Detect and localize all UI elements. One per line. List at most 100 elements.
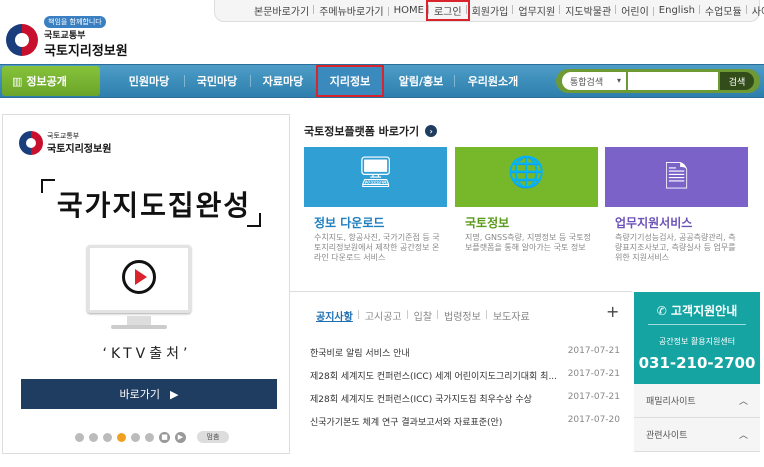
notice-date: 2017-07-21 — [567, 392, 620, 402]
slide-dot-active[interactable] — [117, 432, 126, 442]
play-icon — [122, 260, 156, 294]
card-image: 🖥 — [304, 147, 447, 207]
customer-center-title: ✆ 고객지원안내 — [634, 302, 760, 319]
signup-link[interactable]: 회원가입 — [465, 3, 514, 18]
card-title: 정보 다운로드 — [314, 216, 385, 230]
card-desc: 지명, GNSS측량, 지명정보 등 국토정보플랫폼을 통해 알아가는 국토 정… — [465, 233, 591, 252]
customer-title: 고객지원안내 — [671, 304, 738, 318]
platform-title: 국토정보플랫폼 바로가기 — [304, 125, 420, 138]
nav-item-geo-info[interactable]: 지리정보 — [316, 65, 384, 97]
plus-icon[interactable]: + — [606, 302, 619, 321]
logo-badge: 책임을 함께합니다 — [44, 16, 106, 28]
banner-org-name: 국토지리정보원 — [47, 144, 112, 155]
card-title: 업무지원서비스 — [615, 216, 693, 230]
notice-date: 2017-07-20 — [567, 415, 620, 425]
video-monitor-icon — [87, 245, 191, 313]
slide-dot[interactable] — [131, 432, 140, 442]
card-download[interactable]: 🖥 정보 다운로드 수치지도, 항공사진, 국가기준점 등 국토지리정보원에서 … — [304, 147, 447, 276]
stop-icon[interactable]: ■ — [159, 431, 170, 443]
top-utility-bar: 본문바로가기 주메뉴바로가기 HOME 로그인 회원가입 업무지원 지도박물관 … — [214, 0, 764, 22]
notice-tabs: 공지사항 고시공고 입찰 법령정보 보도자료 — [310, 308, 536, 323]
site-logo[interactable]: 책임을 함께합니다 국토교통부 국토지리정보원 — [6, 14, 136, 60]
pause-button[interactable]: 멈춤 — [197, 431, 229, 443]
info-disclosure-button[interactable]: ▥ 정보공개 — [2, 66, 100, 96]
notice-title: 한국비로 알림 서비스 안내 — [310, 349, 410, 359]
customer-sub: 공간정보 활용지원센터 — [658, 337, 736, 346]
skip-to-content-link[interactable]: 본문바로가기 — [249, 3, 314, 18]
list-item[interactable]: 한국비로 알림 서비스 안내 2017-07-21 — [310, 346, 620, 359]
sitemap-link[interactable]: 사이트맵 — [745, 3, 764, 18]
main-banner: 국토교통부 국토지리정보원 국가지도집완성 ‘KTV출처’ 바로가기 ▶ ■ ▶… — [2, 114, 290, 454]
platform-heading[interactable]: 국토정보플랫폼 바로가기 › — [304, 123, 438, 139]
chart-icon: ▥ — [12, 74, 23, 88]
play-icon[interactable]: ▶ — [175, 431, 186, 443]
slide-dot[interactable] — [145, 432, 154, 442]
notice-date: 2017-07-21 — [567, 346, 620, 356]
banner-source: ‘KTV출처’ — [102, 346, 192, 362]
arrow-right-icon: › — [425, 125, 438, 137]
search-box: 통합검색 ▾ 검색 — [556, 69, 760, 93]
play-arrow-icon: ▶ — [170, 387, 179, 401]
card-image: 🌐 — [455, 147, 598, 207]
notice-date: 2017-07-21 — [567, 369, 620, 379]
class-module-link[interactable]: 수업모듈 — [698, 3, 747, 18]
logo-name: 국토지리정보원 — [44, 44, 128, 59]
search-scope-label: 통합검색 — [570, 77, 604, 88]
slide-dot[interactable] — [89, 432, 98, 442]
info-disclosure-label: 정보공개 — [26, 75, 67, 88]
family-site-label: 패밀리사이트 — [646, 397, 696, 407]
kids-link[interactable]: 어린이 — [615, 3, 654, 18]
tab-law[interactable]: 법령정보 — [437, 308, 487, 323]
nav-item-data[interactable]: 자료마당 — [252, 66, 314, 96]
related-site-select[interactable]: 관련사이트 ︿ — [634, 418, 760, 452]
customer-center[interactable]: ✆ 고객지원안내 공간정보 활용지원센터 031-210-2700 — [634, 292, 760, 384]
tab-announcement[interactable]: 고시공고 — [357, 308, 408, 323]
document-icon: 🗎 — [664, 160, 689, 195]
work-support-link[interactable]: 업무지원 — [512, 3, 560, 18]
login-link[interactable]: 로그인 — [425, 0, 470, 21]
notice-title: 제28회 세계지도 컨퍼런스(ICC) 세계 어린이지도그리기대회 최... — [310, 372, 558, 382]
search-input[interactable] — [628, 72, 718, 90]
slide-indicators: ■ ▶ 멈춤 — [75, 431, 229, 443]
main-nav: ▥ 정보공개 민원마당 국민마당 자료마당 지리정보 알림/홍보 우리원소개 통… — [0, 64, 764, 98]
tab-bid[interactable]: 입찰 — [406, 308, 438, 323]
customer-phone: 031-210-2700 — [638, 354, 756, 372]
card-land-info[interactable]: 🌐 국토정보 지명, GNSS측량, 지명정보 등 국토정보플랫폼을 통해 알아… — [455, 147, 598, 276]
list-item[interactable]: 신국가기본도 체계 연구 결과보고서와 자료표준(안) 2017-07-20 — [310, 415, 620, 428]
english-link[interactable]: English — [652, 5, 700, 16]
monitor-icon: 🖥 — [356, 155, 395, 190]
list-item[interactable]: 제28회 세계지도 컨퍼런스(ICC) 국가지도집 최우수상 수상 2017-0… — [310, 392, 620, 405]
skip-to-menu-link[interactable]: 주메뉴바로가기 — [313, 3, 388, 18]
home-link[interactable]: HOME — [387, 5, 429, 16]
nav-item-public[interactable]: 국민마당 — [186, 66, 248, 96]
map-museum-link[interactable]: 지도박물관 — [559, 3, 616, 18]
chevron-up-icon: ︿ — [738, 431, 748, 441]
slide-dot[interactable] — [103, 432, 112, 442]
slide-dot[interactable] — [75, 432, 84, 442]
search-button[interactable]: 검색 — [720, 72, 754, 90]
related-site-label: 관련사이트 — [646, 431, 688, 441]
banner-title: 국가지도집완성 — [56, 189, 252, 222]
list-item[interactable]: 제28회 세계지도 컨퍼런스(ICC) 세계 어린이지도그리기대회 최... 2… — [310, 369, 620, 382]
chevron-down-icon: ▾ — [616, 76, 621, 85]
card-desc: 측량기기성능검사, 공공측량관리, 측량표지조사보고, 측량실사 등 업무를 위… — [615, 233, 736, 262]
bracket-right-icon — [247, 213, 261, 227]
nav-item-civil[interactable]: 민원마당 — [116, 66, 182, 96]
nav-item-news[interactable]: 알림/홍보 — [390, 66, 452, 96]
card-work-support[interactable]: 🗎 업무지원서비스 측량기기성능검사, 공공측량관리, 측량표지조사보고, 측량… — [605, 147, 748, 276]
banner-go-button[interactable]: 바로가기 ▶ — [21, 379, 277, 409]
card-image: 🗎 — [605, 147, 748, 207]
tab-press[interactable]: 보도자료 — [485, 308, 536, 323]
tab-notice[interactable]: 공지사항 — [310, 308, 359, 323]
search-scope-select[interactable]: 통합검색 ▾ — [562, 72, 626, 90]
notice-board: 공지사항 고시공고 입찰 법령정보 보도자료 + 한국비로 알림 서비스 안내 … — [290, 291, 632, 461]
phone-icon: ✆ — [656, 304, 667, 318]
notice-title: 신국가기본도 체계 연구 결과보고서와 자료표준(안) — [310, 418, 503, 428]
family-site-select[interactable]: 패밀리사이트 ︿ — [634, 384, 760, 418]
banner-go-label: 바로가기 — [119, 388, 160, 401]
emblem-icon — [19, 131, 43, 155]
nav-item-about[interactable]: 우리원소개 — [458, 66, 528, 96]
notice-title: 제28회 세계지도 컨퍼런스(ICC) 국가지도집 최우수상 수상 — [310, 395, 532, 405]
card-desc: 수치지도, 항공사진, 국가기준점 등 국토지리정보원에서 제작한 공간정보 온… — [314, 233, 440, 262]
card-title: 국토정보 — [465, 216, 510, 230]
